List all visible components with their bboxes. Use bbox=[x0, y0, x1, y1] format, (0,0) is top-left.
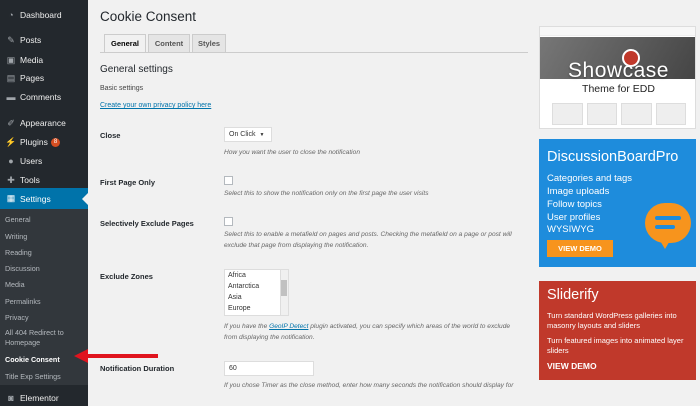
dbp-feature: Categories and tags bbox=[547, 173, 633, 184]
ad-browser-bar bbox=[540, 27, 695, 36]
sidebar-item-elementor[interactable]: ◙ Elementor bbox=[0, 389, 88, 406]
dropdown-caret-icon: ▼ bbox=[259, 131, 265, 138]
showcase-ad[interactable]: Showcase Theme for EDD bbox=[539, 26, 696, 129]
exclude-zones-label: Exclude Zones bbox=[100, 272, 153, 281]
showcase-title: Showcase bbox=[568, 59, 669, 82]
submenu-item-media[interactable]: Media bbox=[5, 280, 25, 289]
dbp-feature: Follow topics bbox=[547, 199, 602, 210]
plug-icon: ⚡ bbox=[5, 136, 17, 147]
chat-bubble-icon bbox=[645, 203, 691, 249]
sliderify-title: Sliderify bbox=[547, 287, 599, 303]
dbp-feature: User profiles bbox=[547, 212, 601, 223]
submenu-item-404-redirect-line2[interactable]: Homepage bbox=[5, 338, 40, 347]
zone-option[interactable]: Asia bbox=[225, 292, 288, 303]
dbp-title: DiscussionBoardPro bbox=[547, 149, 679, 165]
privacy-policy-link[interactable]: Create your own privacy policy here bbox=[100, 102, 211, 109]
duration-input[interactable]: 60 bbox=[224, 361, 314, 376]
duration-description: If you chose Timer as the close method, … bbox=[224, 382, 514, 389]
exclude-pages-description: Select this to enable a metafield on pag… bbox=[224, 231, 512, 249]
elementor-icon: ◙ bbox=[8, 392, 14, 403]
geoip-detect-link[interactable]: GeoIP Detect bbox=[269, 323, 308, 330]
first-page-checkbox[interactable] bbox=[224, 176, 233, 185]
users-icon: ● bbox=[8, 156, 14, 166]
settings-icon: ▦ bbox=[6, 193, 16, 203]
sliderify-text: Turn featured images into animated layer… bbox=[547, 336, 684, 355]
basic-settings-text: Basic settings bbox=[100, 85, 144, 92]
sliderify-text: Turn standard WordPress galleries into m… bbox=[547, 311, 677, 330]
close-description: How you want the user to close the notif… bbox=[224, 149, 360, 156]
red-arrow-annotation bbox=[74, 349, 158, 363]
sliderify-ad[interactable]: Sliderify Turn standard WordPress galler… bbox=[539, 281, 696, 380]
exclude-zones-description: If you have the GeoIP Detect plugin acti… bbox=[224, 323, 511, 341]
brush-icon: ✐ bbox=[7, 117, 15, 128]
tab-content[interactable]: Content bbox=[148, 34, 190, 53]
exclude-zones-listbox[interactable]: Africa Antarctica Asia Europe bbox=[224, 269, 289, 316]
pages-icon: ▤ bbox=[6, 72, 16, 83]
submenu-item-permalinks[interactable]: Permalinks bbox=[5, 297, 41, 306]
sidebar-item-comments[interactable]: ▬ Comments bbox=[0, 86, 88, 108]
showcase-subtitle: Theme for EDD bbox=[582, 83, 655, 95]
dbp-view-demo-button[interactable]: VIEW DEMO bbox=[547, 240, 613, 257]
section-title: General settings bbox=[100, 64, 173, 75]
comments-icon: ▬ bbox=[6, 92, 16, 102]
listbox-scrollbar[interactable] bbox=[280, 270, 288, 315]
submenu-item-title-exp[interactable]: Title Exp Settings bbox=[5, 372, 61, 381]
submenu-item-reading[interactable]: Reading bbox=[5, 248, 32, 257]
sliderify-view-demo-button[interactable]: VIEW DEMO bbox=[547, 361, 597, 371]
media-icon: ▣ bbox=[6, 54, 16, 65]
sidebar-item-posts[interactable]: ✎ Posts bbox=[0, 29, 88, 51]
sidebar-item-settings[interactable]: ▦ Settings bbox=[0, 188, 88, 209]
showcase-thumbnails bbox=[552, 103, 686, 125]
zone-option[interactable]: Africa bbox=[225, 270, 288, 281]
zone-option[interactable]: Europe bbox=[225, 303, 288, 314]
discussionboardpro-ad[interactable]: DiscussionBoardPro Categories and tags I… bbox=[539, 139, 696, 267]
wrench-icon: ✚ bbox=[7, 174, 15, 185]
first-page-description: Select this to show the notification onl… bbox=[224, 190, 429, 197]
main-content: Cookie Consent General Content Styles Ge… bbox=[88, 0, 533, 406]
close-label: Close bbox=[100, 131, 121, 140]
submenu-item-cookie-consent[interactable]: Cookie Consent bbox=[5, 355, 60, 364]
sidebar-item-dashboard[interactable]: ◔ Dashboard bbox=[0, 4, 88, 26]
dbp-feature: Image uploads bbox=[547, 186, 610, 197]
submenu-item-privacy[interactable]: Privacy bbox=[5, 313, 29, 322]
submenu-item-writing[interactable]: Writing bbox=[5, 232, 27, 241]
exclude-pages-label: Selectively Exclude Pages bbox=[100, 219, 194, 228]
submenu-item-404-redirect[interactable]: All 404 Redirect to bbox=[5, 328, 64, 337]
pin-icon: ✎ bbox=[7, 34, 15, 45]
tab-styles[interactable]: Styles bbox=[192, 34, 226, 53]
dbp-feature: WYSIWYG bbox=[547, 224, 594, 235]
admin-sidebar: ◔ Dashboard ✎ Posts ▣ Media ▤ Pages ▬ Co… bbox=[0, 0, 88, 406]
tabs-divider bbox=[100, 52, 528, 53]
scrollbar-thumb[interactable] bbox=[281, 280, 287, 296]
tab-general[interactable]: General bbox=[104, 34, 146, 53]
page-title: Cookie Consent bbox=[100, 9, 197, 24]
dashboard-icon: ◔ bbox=[8, 10, 14, 20]
plugins-update-badge: 8 bbox=[50, 137, 61, 147]
submenu-item-general[interactable]: General bbox=[5, 215, 31, 224]
exclude-pages-checkbox[interactable] bbox=[224, 217, 233, 226]
duration-label: Notification Duration bbox=[100, 364, 175, 373]
close-select[interactable]: On Click ▼ bbox=[224, 127, 272, 142]
first-page-label: First Page Only bbox=[100, 178, 156, 187]
zone-option[interactable]: Antarctica bbox=[225, 281, 288, 292]
submenu-item-discussion[interactable]: Discussion bbox=[5, 264, 40, 273]
